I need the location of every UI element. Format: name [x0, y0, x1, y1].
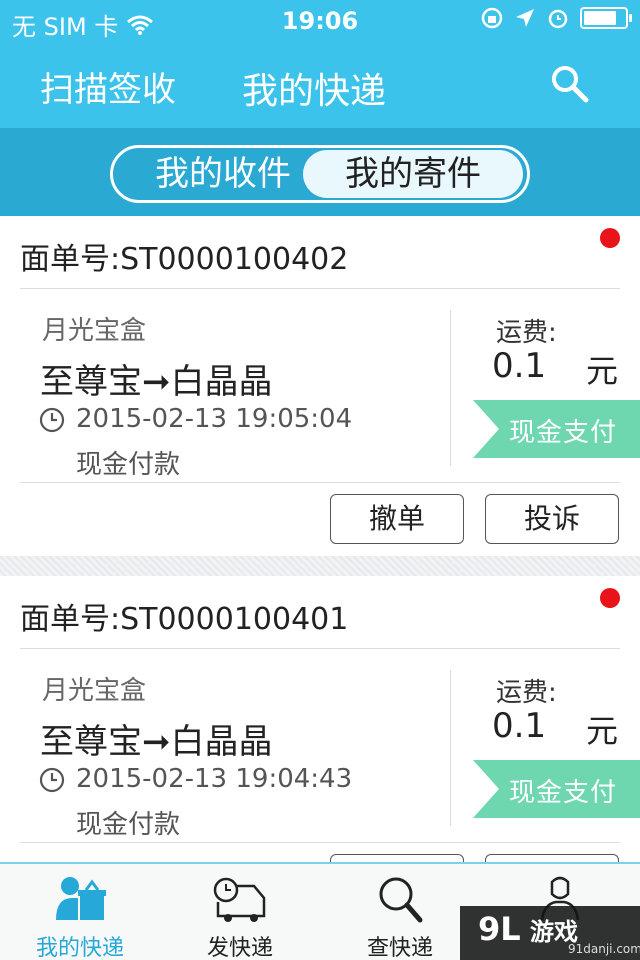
delivery-truck-icon	[213, 877, 266, 922]
cash-payment-tag: 现金支付	[473, 400, 640, 458]
tab-track-express[interactable]: 查快递	[320, 864, 480, 960]
payment-method: 现金付款	[76, 810, 181, 840]
divider	[20, 482, 620, 483]
status-icons	[480, 6, 632, 30]
segment-bar: 我的收件 我的寄件	[0, 128, 640, 216]
status-bar: 无 SIM 卡 19:06	[0, 0, 640, 41]
rotation-lock-icon	[481, 7, 503, 29]
complain-button[interactable]: 投诉	[485, 494, 619, 544]
fee-value: 0.1	[492, 346, 547, 386]
divider	[20, 288, 620, 289]
order-number: 面单号:ST0000100401	[20, 602, 349, 637]
divider	[20, 842, 620, 843]
watermark-url: 91danji.com	[568, 942, 640, 956]
fee-label: 运费:	[496, 678, 557, 708]
unread-dot	[600, 588, 620, 608]
sender-receiver: 至尊宝➞白晶晶	[40, 722, 273, 762]
order-list[interactable]: 面单号:ST0000100402 月光宝盒 至尊宝➞白晶晶 2015-02-13…	[0, 216, 640, 862]
magnifier-icon	[379, 877, 423, 923]
tab-received[interactable]: 我的收件	[143, 150, 303, 198]
location-arrow-icon	[516, 9, 534, 27]
cash-payment-tag: 现金支付	[473, 760, 640, 818]
complain-button[interactable]: 投诉	[485, 854, 619, 862]
goods-name: 月光宝盒	[42, 676, 147, 706]
segmented-control: 我的收件 我的寄件	[110, 145, 530, 203]
cash-payment-label: 现金支付	[509, 418, 618, 448]
order-time: 2015-02-13 19:05:04	[76, 404, 353, 434]
courier-icon	[56, 877, 106, 920]
unread-dot	[600, 228, 620, 248]
order-card[interactable]: 面单号:ST0000100401 月光宝盒 至尊宝➞白晶晶 2015-02-13…	[0, 576, 640, 862]
battery-icon	[580, 7, 632, 29]
order-time: 2015-02-13 19:04:43	[76, 764, 353, 794]
revoke-order-button[interactable]: 撤单	[330, 854, 464, 862]
tab-label: 查快递	[366, 936, 433, 960]
alarm-icon	[548, 9, 568, 29]
divider	[20, 648, 620, 649]
watermark-logo: 9L	[478, 910, 521, 948]
divider	[450, 310, 451, 466]
clock-icon	[39, 407, 65, 433]
fee-unit: 元	[586, 712, 619, 750]
sender-receiver: 至尊宝➞白晶晶	[40, 362, 273, 402]
revoke-order-button[interactable]: 撤单	[330, 494, 464, 544]
search-icon[interactable]	[548, 62, 592, 106]
fee-value: 0.1	[492, 706, 547, 746]
tab-my-express[interactable]: 我的快递	[0, 864, 160, 960]
cash-payment-label: 现金支付	[509, 778, 618, 808]
scan-sign-button[interactable]: 扫描签收	[40, 62, 176, 111]
clock-icon	[39, 767, 65, 793]
app-header: 扫描签收 我的快递	[0, 40, 640, 128]
battery-level	[584, 11, 616, 25]
tab-label: 发快递	[206, 936, 273, 960]
tab-label: 我的快递	[35, 936, 124, 960]
fee-unit: 元	[586, 352, 619, 390]
order-card[interactable]: 面单号:ST0000100402 月光宝盒 至尊宝➞白晶晶 2015-02-13…	[0, 216, 640, 556]
card-separator	[0, 556, 640, 576]
tab-sent[interactable]: 我的寄件	[303, 150, 523, 198]
goods-name: 月光宝盒	[42, 316, 147, 346]
page-title: 我的快递	[242, 71, 387, 112]
fee-label: 运费:	[496, 318, 557, 348]
site-watermark: 9L 游戏 91danji.com	[460, 906, 640, 960]
divider	[450, 670, 451, 826]
payment-method: 现金付款	[76, 450, 181, 480]
tab-send-express[interactable]: 发快递	[160, 864, 320, 960]
order-number: 面单号:ST0000100402	[20, 242, 349, 277]
